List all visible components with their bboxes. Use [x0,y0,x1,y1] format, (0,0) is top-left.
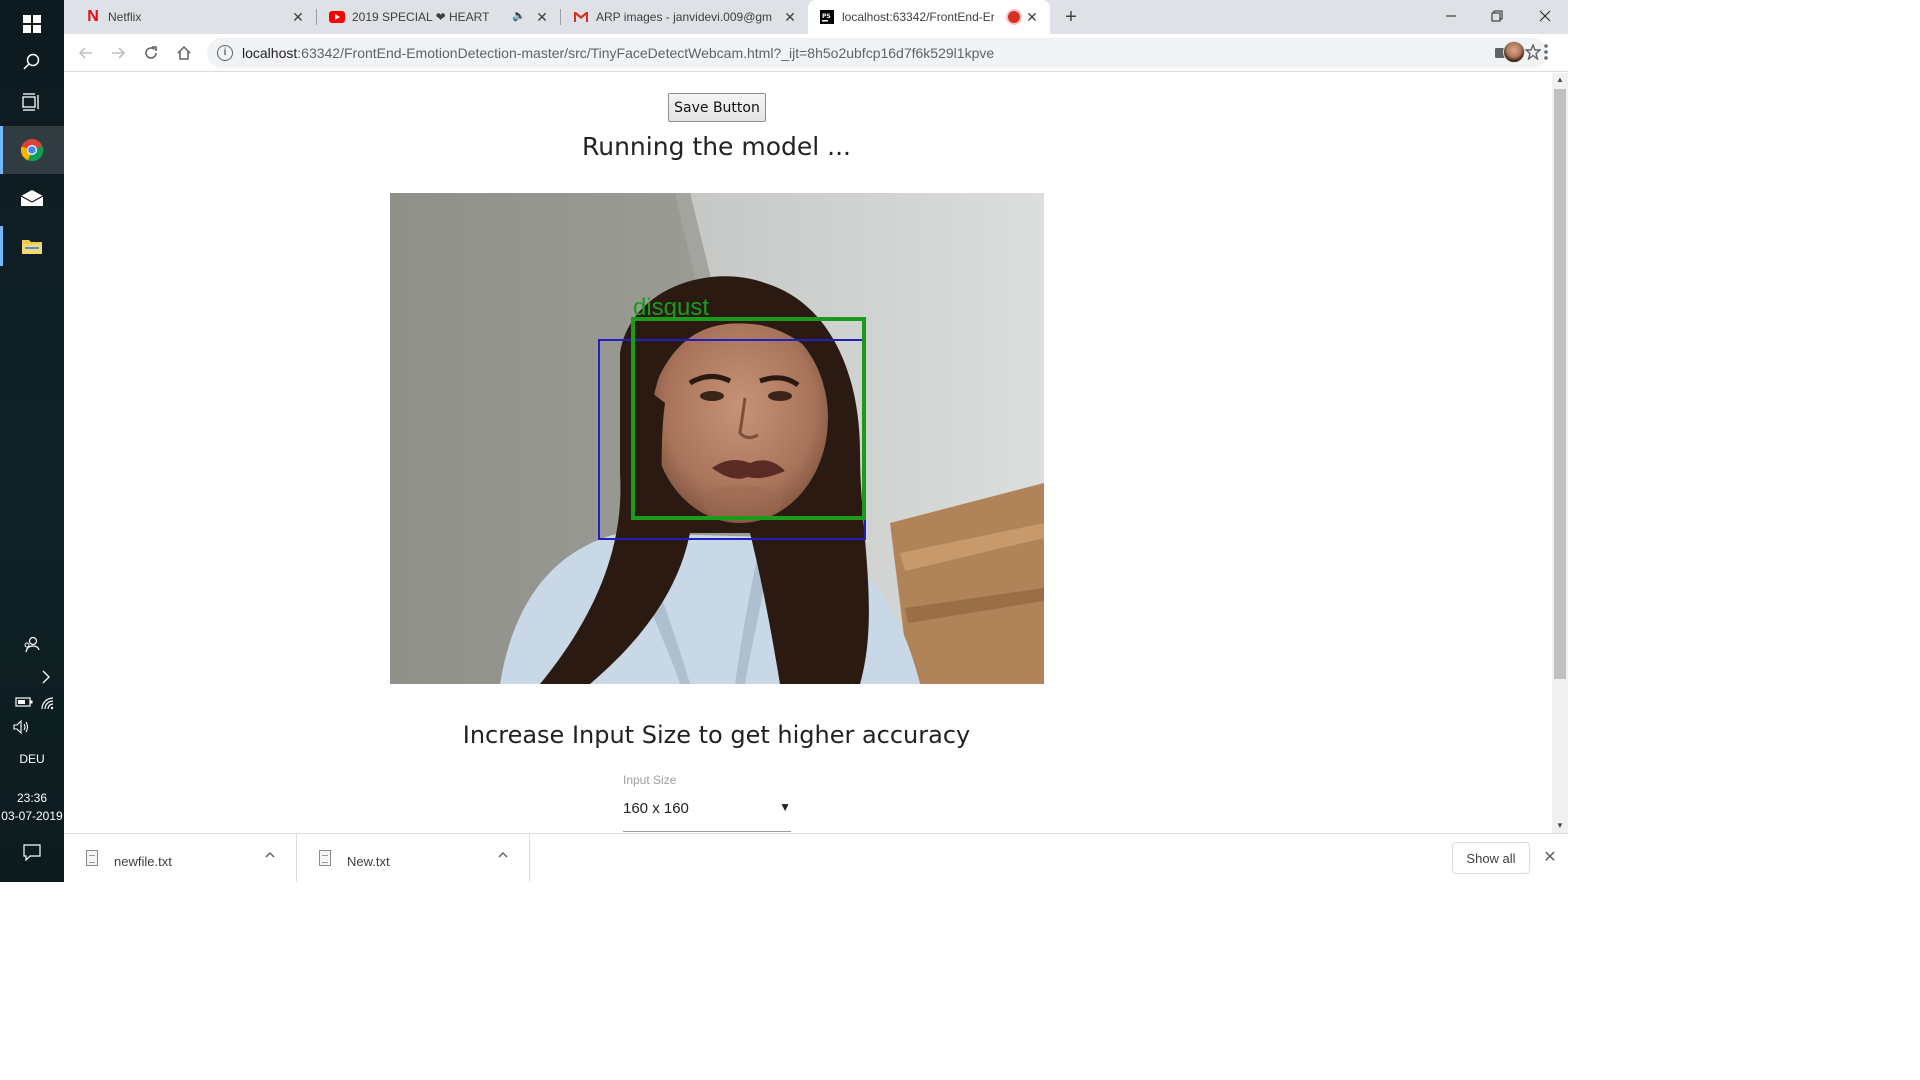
scrollbar-thumb[interactable] [1554,89,1566,679]
new-tab-icon[interactable]: + [1060,6,1082,28]
clock-date[interactable]: 03-07-2019 [0,809,64,823]
downloads-shelf: newfile.txt New.txt Show all ✕ [64,833,1568,882]
tab-youtube[interactable]: 2019 SPECIAL ❤ HEART 🔈 ✕ [308,0,560,34]
clock-time[interactable]: 23:36 [0,791,64,805]
tab-title: 2019 SPECIAL ❤ HEART [352,10,490,24]
svg-text:PS: PS [822,13,831,20]
site-info-icon[interactable]: i [217,45,233,61]
netflix-icon: N [87,8,99,25]
download-filename: New.txt [347,854,390,869]
wifi-icon[interactable] [32,696,64,713]
tab-title: localhost:63342/FrontEnd-Er [842,10,994,24]
close-tab-icon[interactable]: ✕ [782,9,798,25]
page-viewport: Save Button Running the model ... disgus… [64,73,1552,833]
download-item[interactable]: New.txt [297,834,530,882]
save-button[interactable]: Save Button [668,93,766,122]
chrome-icon[interactable] [0,126,64,174]
windows-taskbar: DEU 23:36 03-07-2019 [0,0,64,882]
back-icon[interactable] [70,37,102,69]
download-item[interactable]: newfile.txt [64,834,297,882]
home-icon[interactable] [168,37,200,69]
webcam-video: disgust [390,193,1044,684]
url-host: localhost [242,45,298,61]
input-size-select[interactable]: 160 x 160 ▼ [623,795,791,832]
input-size-value: 160 x 160 [623,800,689,817]
scroll-up-icon[interactable]: ▲ [1552,73,1568,87]
close-tab-icon[interactable]: ✕ [534,9,550,25]
status-heading: Running the model ... [582,132,851,161]
forward-icon[interactable] [102,37,134,69]
file-explorer-icon[interactable] [0,222,64,270]
webstorm-icon: PS [818,8,836,26]
task-view-icon[interactable] [0,78,64,126]
tab-localhost[interactable]: PS localhost:63342/FrontEnd-Er ✕ [808,0,1050,34]
close-window-icon[interactable] [1522,0,1568,32]
tab-gmail[interactable]: ARP images - janvidevi.009@gm ✕ [556,0,808,34]
input-size-label: Input Size [623,773,677,787]
menu-kebab-icon[interactable] [1538,42,1554,62]
youtube-icon [328,8,346,26]
action-center-icon[interactable] [0,843,64,864]
text-file-icon [319,850,331,866]
minimize-icon[interactable] [1428,0,1474,32]
scroll-down-icon[interactable]: ▼ [1552,819,1568,833]
volume-icon[interactable] [6,719,38,737]
tab-title: ARP images - janvidevi.009@gm [596,10,773,24]
chevron-up-icon[interactable] [264,849,276,864]
close-tab-icon[interactable]: ✕ [290,9,306,25]
speaker-icon[interactable]: 🔈 [512,9,526,22]
accuracy-heading: Increase Input Size to get higher accura… [462,721,971,749]
tab-strip: N Netflix ✕ 2019 SPECIAL ❤ HEART 🔈 ✕ ARP… [64,0,1568,34]
text-file-icon [86,850,98,866]
emotion-label: disgust [633,294,710,321]
profile-avatar[interactable] [1503,41,1525,63]
address-bar[interactable]: i localhost:63342/FrontEnd-EmotionDetect… [207,38,1547,68]
language-indicator[interactable]: DEU [0,752,64,766]
tab-netflix[interactable]: N Netflix ✕ [64,0,316,34]
reload-icon[interactable] [135,37,167,69]
chevron-up-icon[interactable] [497,849,509,864]
gmail-icon [572,8,590,26]
restore-icon[interactable] [1474,0,1520,32]
close-icon[interactable]: ✕ [1540,848,1560,868]
dropdown-arrow-icon: ▼ [779,800,791,814]
browser-toolbar: i localhost:63342/FrontEnd-EmotionDetect… [64,34,1568,72]
show-all-button[interactable]: Show all [1452,842,1530,874]
download-filename: newfile.txt [114,854,172,869]
emotion-bounding-box [631,317,866,520]
people-icon[interactable] [0,636,64,657]
mail-icon[interactable] [0,174,64,222]
url-path: :63342/FrontEnd-EmotionDetection-master/… [297,45,995,61]
page-scrollbar[interactable]: ▲ ▼ [1552,73,1568,833]
recording-indicator-icon [1008,11,1020,23]
tab-title: Netflix [108,10,142,24]
close-tab-icon[interactable]: ✕ [1024,9,1040,25]
